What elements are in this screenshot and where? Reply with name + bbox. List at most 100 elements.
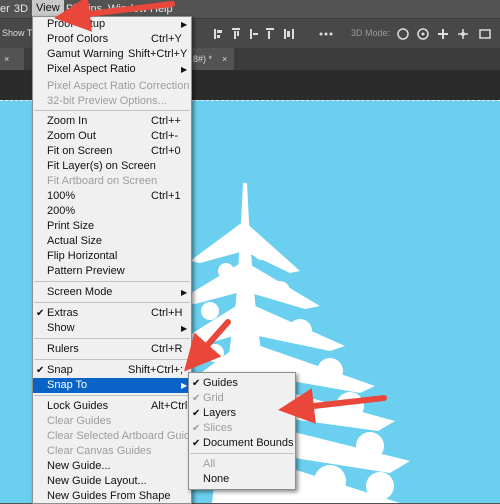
checkmark-icon: ✔ — [192, 393, 201, 404]
menu-window[interactable]: Window — [108, 3, 147, 15]
menu-item-proof-setup[interactable]: Proof Setup ▶ — [33, 17, 191, 32]
tab-document-1[interactable]: × — [0, 48, 24, 70]
menu-item-label: Actual Size — [47, 235, 103, 247]
menu-item-clear-canvas-guides: Clear Canvas Guides — [33, 444, 191, 459]
menu-item-100[interactable]: 100% Ctrl+1 — [33, 189, 191, 204]
menu-item-label: Rulers — [47, 343, 79, 355]
snap-item-none[interactable]: None — [189, 472, 295, 487]
snap-to-submenu: ✔ Guides ✔ Grid ✔ Layers ✔ Slices ✔ Document Boun… — [188, 372, 296, 490]
menu-item-label: Flip Horizontal — [47, 250, 118, 262]
menu-item-label: Gamut Warning — [47, 48, 124, 60]
menu-item-label: 200% — [47, 205, 76, 217]
menu-item-shortcut: Ctrl+1 — [151, 190, 181, 202]
checkmark-icon: ✔ — [192, 438, 201, 449]
menu-item-label: Pixel Aspect Ratio — [47, 63, 136, 75]
3d-tool-icons[interactable] — [396, 26, 496, 42]
checkmark-icon: ✔ — [192, 423, 201, 434]
3d-mode-label: 3D Mode: — [351, 28, 391, 38]
menu-item-label: Extras — [47, 307, 79, 319]
menu-item-label: Lock Guides — [47, 400, 109, 412]
menu-item-lock-guides[interactable]: Lock Guides Alt+Ctrl+; — [33, 399, 197, 414]
menu-item-extras[interactable]: ✔ Extras Ctrl+H — [33, 306, 191, 321]
menu-item-fit-artboard-on-screen: Fit Artboard on Screen — [33, 174, 191, 189]
menu-item-show[interactable]: Show ▶ — [33, 321, 191, 336]
menu-plugins[interactable]: Plugins — [66, 3, 102, 15]
more-options-icon[interactable] — [318, 26, 334, 42]
menu-item-label: Screen Mode — [47, 286, 113, 298]
menu-item-label: Fit Layer(s) on Screen — [47, 160, 156, 172]
menu-item-shortcut: Ctrl+H — [151, 307, 183, 319]
menu-help[interactable]: Help — [150, 3, 173, 15]
menu-item-proof-colors[interactable]: Proof Colors Ctrl+Y — [33, 32, 191, 47]
menu-item-200[interactable]: 200% — [33, 204, 191, 219]
submenu-arrow-icon: ▶ — [181, 381, 188, 390]
snap-item-layers[interactable]: ✔ Layers — [189, 406, 295, 421]
menu-item-fit-layer-s-on-screen[interactable]: Fit Layer(s) on Screen — [33, 159, 191, 174]
menu-separator — [34, 281, 190, 282]
menu-item-rulers[interactable]: Rulers Ctrl+R — [33, 342, 191, 357]
menu-item-label: New Guide... — [47, 460, 111, 472]
checkmark-icon: ✔ — [192, 378, 201, 389]
menu-item-actual-size[interactable]: Actual Size — [33, 234, 191, 249]
menu-item-print-size[interactable]: Print Size — [33, 219, 191, 234]
menu-item-32-bit-preview-options: 32-bit Preview Options... — [33, 94, 191, 109]
close-icon[interactable]: × — [222, 48, 227, 70]
menu-separator — [190, 453, 294, 454]
snap-item-slices: ✔ Slices — [189, 421, 295, 436]
menu-item-label: Clear Canvas Guides — [47, 445, 152, 457]
menu-item-new-guide-layout[interactable]: New Guide Layout... — [33, 474, 191, 489]
checkmark-icon: ✔ — [36, 365, 45, 376]
snap-item-guides[interactable]: ✔ Guides — [189, 376, 295, 391]
tab-document-2[interactable]: 8#) * × — [190, 48, 234, 70]
submenu-arrow-icon: ▶ — [181, 20, 188, 29]
tab-title: 8#) * — [193, 54, 213, 64]
menu-item-label: Snap — [47, 364, 73, 376]
menu-item-label: Print Size — [47, 220, 95, 232]
snap-item-label: Layers — [203, 407, 237, 419]
menu-separator — [34, 302, 190, 303]
snap-item-grid: ✔ Grid — [189, 391, 295, 406]
menu-item-new-guide[interactable]: New Guide... — [33, 459, 191, 474]
snap-item-label: None — [203, 473, 230, 485]
menu-item-zoom-out[interactable]: Zoom Out Ctrl+- — [33, 129, 191, 144]
menu-item-shortcut: Ctrl+- — [151, 130, 179, 142]
menu-item-label: Pixel Aspect Ratio Correction — [47, 80, 190, 92]
close-icon[interactable]: × — [4, 48, 9, 70]
menu-view[interactable]: View — [32, 0, 64, 16]
menu-3d[interactable]: 3D — [14, 3, 28, 15]
menu-item-pixel-aspect-ratio[interactable]: Pixel Aspect Ratio ▶ — [33, 62, 191, 77]
checkmark-icon: ✔ — [36, 308, 45, 319]
menu-item-snap[interactable]: ✔ Snap Shift+Ctrl+; — [33, 363, 191, 378]
menu-item-zoom-in[interactable]: Zoom In Ctrl++ — [33, 114, 191, 129]
menu-item-snap-to[interactable]: Snap To ▶ — [33, 378, 191, 393]
menu-item-pixel-aspect-ratio-correction: Pixel Aspect Ratio Correction — [33, 79, 191, 94]
menu-item-label: 32-bit Preview Options... — [47, 95, 167, 107]
menu-item-label: Fit Artboard on Screen — [47, 175, 158, 187]
menu-item-label: Fit on Screen — [47, 145, 113, 157]
menu-item-label: Zoom In — [47, 115, 88, 127]
menu-item-label: Clear Selected Artboard Guides — [47, 430, 202, 442]
snap-item-label: Guides — [203, 377, 238, 389]
submenu-arrow-icon: ▶ — [181, 324, 188, 333]
menu-item-gamut-warning[interactable]: Gamut Warning Shift+Ctrl+Y — [33, 47, 191, 62]
menu-item-clear-selected-artboard-guides: Clear Selected Artboard Guides — [33, 429, 202, 444]
menu-item-flip-horizontal[interactable]: Flip Horizontal — [33, 249, 191, 264]
align-icons[interactable] — [214, 26, 302, 42]
menu-item-pattern-preview[interactable]: Pattern Preview — [33, 264, 191, 279]
menu-separator — [34, 338, 190, 339]
menu-item-screen-mode[interactable]: Screen Mode ▶ — [33, 285, 191, 300]
menu-item-label: Snap To — [47, 379, 88, 391]
menu-item-label: Show — [47, 322, 75, 334]
menu-item-fit-on-screen[interactable]: Fit on Screen Ctrl+0 — [33, 144, 191, 159]
menu-item-label: Pattern Preview — [47, 265, 125, 277]
align-icon-group[interactable] — [214, 26, 302, 42]
view-menu: Proof Setup ▶ Proof Colors Ctrl+Y Gamut Warn… — [32, 16, 202, 504]
menu-item-shortcut: Ctrl++ — [151, 115, 181, 127]
menu-edit-partial[interactable]: er — [0, 3, 10, 15]
snap-item-all: All — [189, 457, 295, 472]
menu-separator — [34, 395, 190, 396]
menu-item-label: Proof Colors — [47, 33, 109, 45]
submenu-arrow-icon: ▶ — [181, 288, 188, 297]
menu-item-shortcut: Ctrl+Y — [151, 33, 182, 45]
snap-item-document-bounds[interactable]: ✔ Document Bounds — [189, 436, 295, 451]
